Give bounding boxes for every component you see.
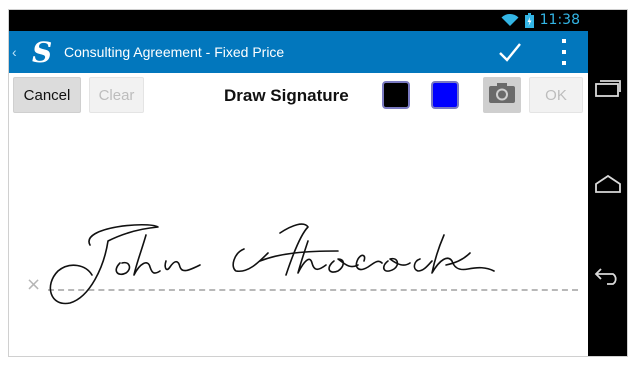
action-bar: ‹ S Consulting Agreement - Fixed Price (8, 31, 588, 73)
navigation-bar (588, 9, 628, 357)
app-logo-letter: S (32, 37, 52, 67)
signature-toolbar: Cancel Clear Draw Signature OK (8, 73, 588, 117)
overflow-menu-icon[interactable] (559, 39, 569, 65)
draw-signature-label: Draw Signature (224, 86, 349, 105)
back-icon[interactable] (588, 266, 628, 286)
color-swatch-black[interactable] (382, 81, 410, 109)
cancel-button[interactable]: Cancel (13, 77, 81, 113)
status-time: 11:38 (539, 12, 580, 28)
page-title: Consulting Agreement - Fixed Price (64, 44, 285, 60)
wifi-icon (501, 13, 519, 27)
signature-pad[interactable]: × (8, 117, 588, 357)
recent-apps-icon[interactable] (588, 79, 628, 97)
camera-icon (488, 82, 516, 109)
camera-button[interactable] (483, 77, 521, 113)
color-swatch-blue[interactable] (431, 81, 459, 109)
app-logo[interactable]: S (30, 36, 56, 69)
handwritten-signature (49, 223, 495, 305)
up-chevron-icon[interactable]: ‹ (12, 44, 26, 60)
check-icon[interactable] (495, 37, 525, 67)
ok-button[interactable]: OK (529, 77, 583, 113)
device-screen: 11:38 ‹ S Consulting Agreement - Fixed P… (0, 0, 632, 370)
status-bar: 11:38 (8, 9, 588, 31)
battery-icon (524, 12, 534, 28)
home-icon[interactable] (588, 174, 628, 194)
clear-button[interactable]: Clear (89, 77, 144, 113)
